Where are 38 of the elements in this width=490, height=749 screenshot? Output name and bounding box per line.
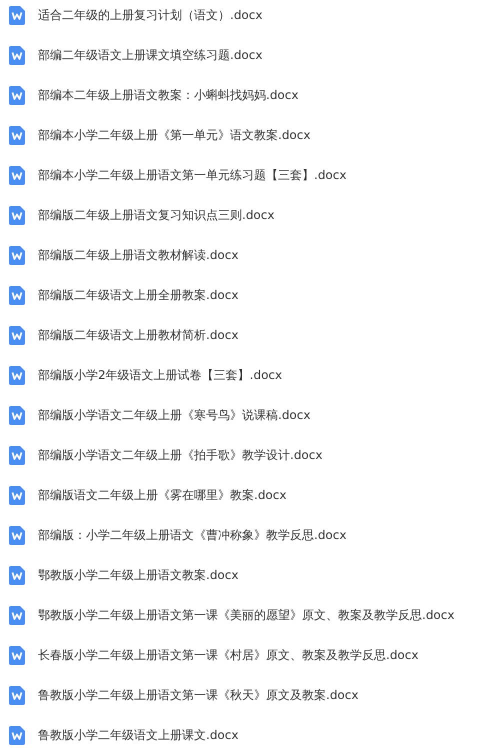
document-icon [9, 726, 25, 745]
file-name[interactable]: 部编版二年级语文上册全册教案.docx [38, 286, 238, 305]
document-icon [9, 6, 25, 25]
document-icon [9, 246, 25, 265]
document-icon [9, 126, 25, 145]
file-name[interactable]: 鄂教版小学二年级上册语文教案.docx [38, 566, 238, 585]
file-name[interactable]: 部编版二年级语文上册教材简析.docx [38, 326, 238, 345]
file-name[interactable]: 部编版：小学二年级上册语文《曹冲称象》教学反思.docx [38, 526, 346, 545]
document-icon [9, 406, 25, 425]
file-name[interactable]: 部编版小学2年级语文上册试卷【三套】.docx [38, 366, 282, 385]
document-icon [9, 606, 25, 625]
document-icon [9, 686, 25, 705]
file-name[interactable]: 鄂教版小学二年级上册语文第一课《美丽的愿望》原文、教案及教学反思.docx [38, 606, 454, 625]
document-icon [9, 526, 25, 545]
file-name[interactable]: 部编版小学语文二年级上册《寒号鸟》说课稿.docx [38, 406, 310, 425]
file-name[interactable]: 适合二年级的上册复习计划（语文）.docx [38, 6, 262, 25]
document-icon [9, 46, 25, 65]
document-icon [9, 86, 25, 105]
document-icon [9, 166, 25, 185]
document-icon [9, 446, 25, 465]
document-icon [9, 286, 25, 305]
file-name[interactable]: 部编版语文二年级上册《雾在哪里》教案.docx [38, 486, 286, 505]
document-icon [9, 206, 25, 225]
document-icon [9, 366, 25, 385]
file-name[interactable]: 部编本二年级上册语文教案：小蝌蚪找妈妈.docx [38, 86, 298, 105]
file-name[interactable]: 部编本小学二年级上册语文第一单元练习题【三套】.docx [38, 166, 346, 185]
file-name[interactable]: 鲁教版小学二年级语文上册课文.docx [38, 726, 238, 745]
file-name[interactable]: 部编版二年级上册语文教材解读.docx [38, 246, 238, 265]
file-name[interactable]: 部编二年级语文上册课文填空练习题.docx [38, 46, 262, 65]
file-name[interactable]: 部编本小学二年级上册《第一单元》语文教案.docx [38, 126, 310, 145]
document-icon [9, 486, 25, 505]
document-icon [9, 646, 25, 665]
document-icon [9, 566, 25, 585]
file-name[interactable]: 部编版二年级上册语文复习知识点三则.docx [38, 206, 274, 225]
file-name[interactable]: 鲁教版小学二年级上册语文第一课《秋天》原文及教案.docx [38, 686, 358, 705]
file-name[interactable]: 长春版小学二年级上册语文第一课《村居》原文、教案及教学反思.docx [38, 646, 418, 665]
document-icon [9, 326, 25, 345]
file-name[interactable]: 部编版小学语文二年级上册《拍手歌》教学设计.docx [38, 446, 322, 465]
